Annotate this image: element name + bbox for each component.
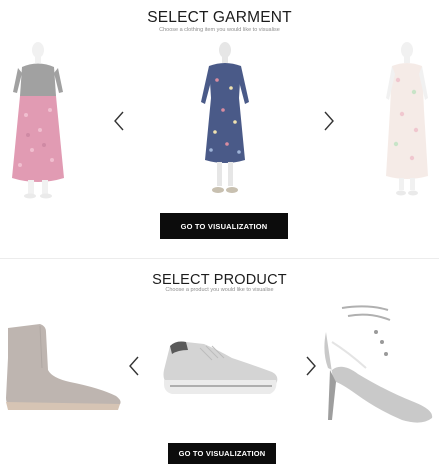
product-option-ankle-boot[interactable] — [0, 318, 124, 414]
garment-go-to-visualization-button[interactable]: GO TO VISUALIZATION — [160, 213, 288, 239]
product-selector-section: SELECT PRODUCT Choose a product you woul… — [0, 260, 439, 470]
running-sneaker-image — [163, 341, 278, 394]
garment-section-title: SELECT GARMENT — [147, 9, 292, 26]
chevron-left-icon — [114, 111, 124, 131]
garment-selector-section: SELECT GARMENT Choose a clothing item yo… — [0, 0, 439, 258]
product-section-title: SELECT PRODUCT — [152, 272, 287, 288]
garment-next-arrow[interactable] — [320, 110, 338, 132]
stiletto-pump-image — [324, 305, 433, 423]
chevron-left-icon — [129, 356, 139, 376]
garment-option-pink-floral-skirt[interactable] — [6, 40, 70, 200]
chevron-right-icon — [324, 111, 334, 131]
pastel-floral-dress-image — [386, 42, 428, 196]
product-prev-arrow[interactable] — [125, 355, 143, 377]
garment-option-blue-floral-dress[interactable] — [195, 40, 255, 200]
chevron-right-icon — [306, 356, 316, 376]
product-option-stiletto-pump[interactable] — [318, 302, 436, 426]
blue-floral-dress-image — [201, 42, 249, 193]
product-option-running-sneaker[interactable] — [160, 336, 280, 400]
garment-prev-arrow[interactable] — [110, 110, 128, 132]
garment-section-subtitle: Choose a clothing item you would like to… — [159, 27, 280, 33]
pink-floral-skirt-image — [12, 42, 64, 199]
product-section-subtitle: Choose a product you would like to visua… — [165, 287, 274, 293]
garment-option-pastel-floral-dress[interactable] — [382, 40, 432, 200]
section-divider — [0, 258, 439, 259]
product-go-to-visualization-button[interactable]: GO TO VISUALIZATION — [168, 443, 276, 464]
ankle-boot-image — [6, 324, 121, 410]
